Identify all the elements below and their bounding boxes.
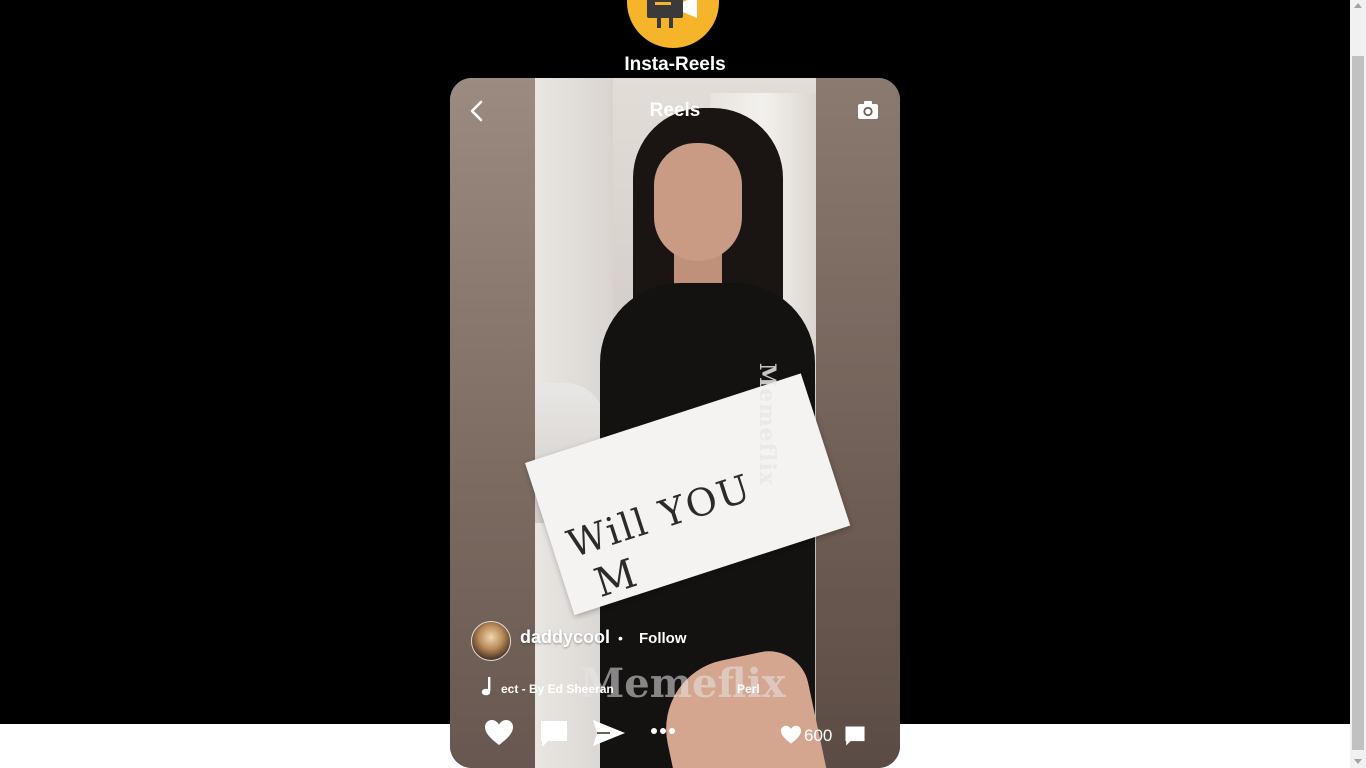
- film-projector-icon: [647, 0, 697, 28]
- reel-author-row: daddycool • Follow: [471, 621, 851, 661]
- scroll-thumb[interactable]: [1352, 56, 1364, 750]
- follow-button[interactable]: Follow: [639, 630, 687, 647]
- like-count-heart-icon: [781, 725, 801, 744]
- video-watermark-vertical: Memeflix: [754, 363, 780, 486]
- music-row[interactable]: ect - By Ed Sheeran Perl: [480, 676, 880, 702]
- reels-title: Reels: [649, 100, 701, 121]
- comment-count-icon[interactable]: [844, 725, 866, 747]
- app-title: Insta-Reels: [624, 54, 726, 75]
- handwritten-text-1: Will YOU: [561, 465, 758, 567]
- send-icon[interactable]: [592, 719, 626, 747]
- heart-icon[interactable]: [484, 719, 514, 747]
- reel-card[interactable]: Will YOU M Memeflix Memeflix Reels daddy…: [450, 78, 900, 768]
- reel-video[interactable]: Will YOU M Memeflix Memeflix: [450, 78, 900, 768]
- vertical-scrollbar[interactable]: [1350, 0, 1366, 768]
- like-count: 600: [804, 726, 833, 745]
- scroll-up-arrow[interactable]: [1354, 3, 1362, 8]
- scroll-down-arrow[interactable]: [1354, 759, 1362, 764]
- video-scene-person-face: [654, 143, 742, 261]
- chevron-left-icon[interactable]: [468, 100, 486, 122]
- separator-dot: •: [618, 630, 623, 646]
- reel-top-bar: Reels: [450, 78, 900, 144]
- camera-icon[interactable]: [857, 100, 879, 120]
- video-blur-right: [816, 78, 900, 768]
- more-dots-icon[interactable]: [650, 727, 676, 735]
- reel-action-bar: 600: [450, 713, 900, 758]
- comment-icon[interactable]: [539, 719, 569, 749]
- username[interactable]: daddycool: [520, 627, 610, 648]
- video-blur-left: [450, 78, 535, 768]
- avatar[interactable]: [471, 621, 511, 661]
- music-note-icon: [481, 677, 491, 696]
- music-track-text: ect - By Ed Sheeran: [501, 682, 614, 696]
- music-track-text-secondary: Perl: [737, 682, 760, 696]
